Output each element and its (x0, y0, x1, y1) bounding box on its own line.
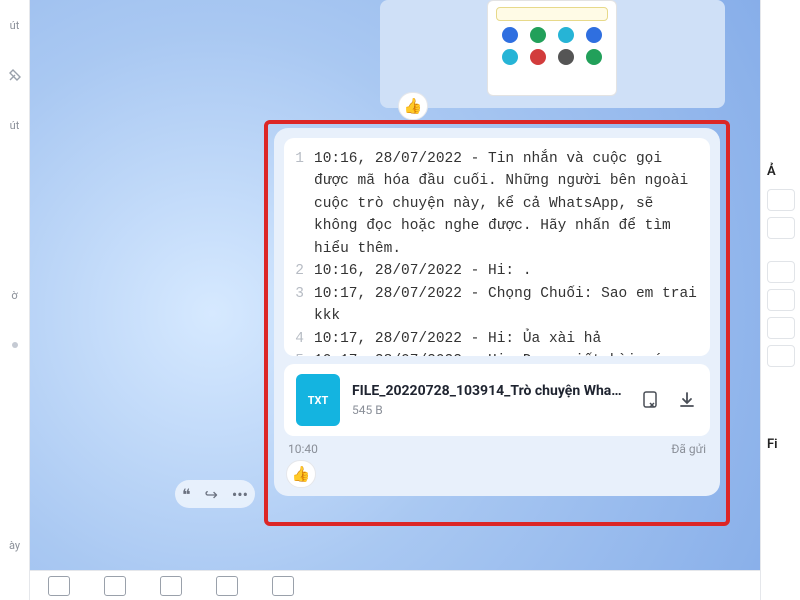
more-button[interactable]: ••• (232, 485, 248, 504)
sidebar-section-label: Fi (761, 433, 800, 456)
sidebar-thumb[interactable] (767, 345, 795, 367)
pin-icon (8, 68, 22, 82)
sticker-button[interactable] (48, 576, 70, 596)
image-button[interactable] (104, 576, 126, 596)
sidebar-thumb[interactable] (767, 261, 795, 283)
left-item[interactable]: ày (0, 520, 29, 570)
screenshot-button[interactable] (216, 576, 238, 596)
chat-input-toolbar (30, 570, 760, 600)
left-item[interactable]: út (0, 0, 29, 50)
quote-button[interactable]: ❝ (182, 485, 191, 504)
left-sidebar: út út ờ ày (0, 0, 30, 600)
previous-message-image[interactable] (380, 0, 725, 108)
sidebar-section-label: Ả (761, 160, 800, 183)
message-hover-actions: ❝ ↪ ••• (175, 480, 255, 508)
sidebar-thumb[interactable] (767, 317, 795, 339)
card-button[interactable] (272, 576, 294, 596)
left-item[interactable] (0, 320, 29, 370)
reaction-button[interactable]: 👍 (398, 92, 428, 120)
sidebar-thumb[interactable] (767, 217, 795, 239)
phone-screenshot (487, 0, 617, 96)
share-button[interactable]: ↪ (204, 485, 217, 504)
sidebar-thumb[interactable] (767, 189, 795, 211)
annotation-highlight-box (264, 120, 730, 526)
left-item[interactable] (0, 50, 29, 100)
sidebar-thumb[interactable] (767, 289, 795, 311)
right-sidebar: Ả Fi (760, 0, 800, 600)
attach-button[interactable] (160, 576, 182, 596)
left-item[interactable]: út (0, 100, 29, 150)
left-item[interactable]: ờ (0, 270, 29, 320)
thumb-icon: 👍 (404, 97, 423, 115)
dot-icon (12, 342, 18, 348)
